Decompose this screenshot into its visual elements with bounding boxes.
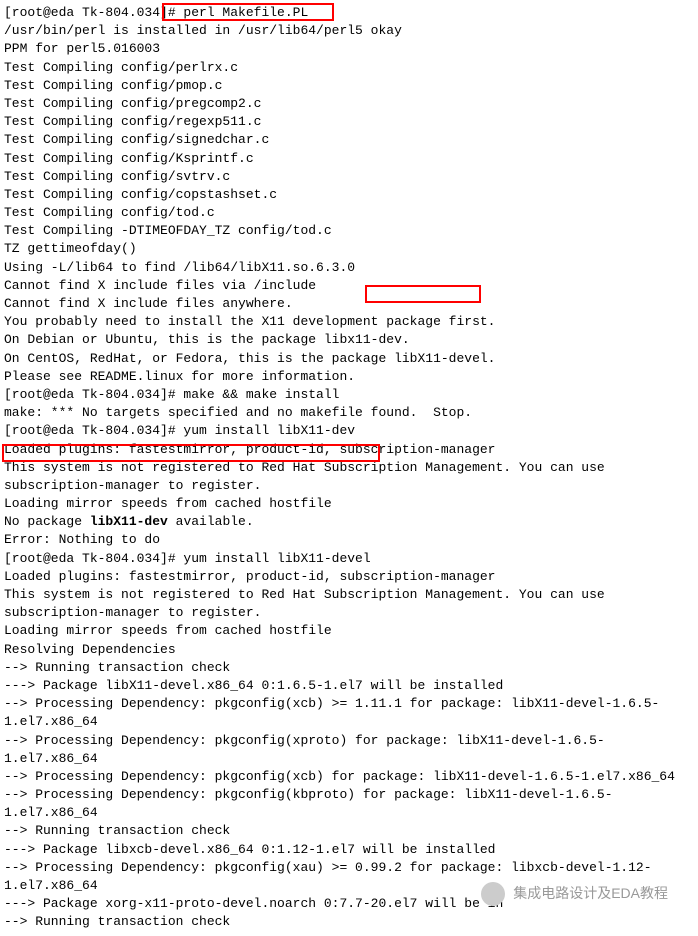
terminal-line: Using -L/lib64 to find /lib64/libX11.so.… [4,259,694,277]
terminal-line: On Debian or Ubuntu, this is the package… [4,331,694,349]
terminal-line: You probably need to install the X11 dev… [4,313,694,331]
terminal-line: ---> Package libX11-devel.x86_64 0:1.6.5… [4,677,694,695]
terminal-line: [root@eda Tk-804.034]# yum install libX1… [4,550,694,568]
terminal-line: Please see README.linux for more informa… [4,368,694,386]
terminal-line: [root@eda Tk-804.034]# yum install libX1… [4,422,694,440]
terminal-line: Resolving Dependencies [4,641,694,659]
watermark-text: 集成电路设计及EDA教程 [513,884,668,904]
terminal-line: --> Processing Dependency: pkgconfig(kbp… [4,786,694,822]
terminal-line: Loading mirror speeds from cached hostfi… [4,622,694,640]
terminal-output: [root@eda Tk-804.034]# perl Makefile.PL … [4,4,694,932]
terminal-line: Error: Nothing to do [4,531,694,549]
terminal-line: --> Processing Dependency: pkgconfig(xcb… [4,695,694,731]
terminal-line: Test Compiling config/pmop.c [4,77,694,95]
terminal-line: ---> Package libxcb-devel.x86_64 0:1.12-… [4,841,694,859]
terminal-line: Test Compiling config/svtrv.c [4,168,694,186]
terminal-line: Loaded plugins: fastestmirror, product-i… [4,441,694,459]
terminal-line: Test Compiling config/perlrx.c [4,59,694,77]
terminal-line: Loaded plugins: fastestmirror, product-i… [4,568,694,586]
terminal-line: Cannot find X include files via /include [4,277,694,295]
terminal-line: TZ gettimeofday() [4,240,694,258]
terminal-line: --> Running transaction check [4,659,694,677]
terminal-line: [root@eda Tk-804.034]# perl Makefile.PL [4,4,694,22]
terminal-line: Test Compiling config/copstashset.c [4,186,694,204]
watermark-icon [481,882,505,906]
terminal-line: Test Compiling config/regexp511.c [4,113,694,131]
terminal-line: --> Running transaction check [4,913,694,931]
terminal-line: This system is not registered to Red Hat… [4,459,694,495]
terminal-line: --> Processing Dependency: pkgconfig(xpr… [4,732,694,768]
terminal-line: Test Compiling config/Ksprintf.c [4,150,694,168]
terminal-line: --> Running transaction check [4,822,694,840]
bold-text: libX11-dev [90,514,168,529]
terminal-line: Cannot find X include files anywhere. [4,295,694,313]
watermark: 集成电路设计及EDA教程 [481,882,668,906]
terminal-line: PPM for perl5.016003 [4,40,694,58]
terminal-line: Test Compiling -DTIMEOFDAY_TZ config/tod… [4,222,694,240]
terminal-line: /usr/bin/perl is installed in /usr/lib64… [4,22,694,40]
terminal-line: Loading mirror speeds from cached hostfi… [4,495,694,513]
terminal-line: On CentOS, RedHat, or Fedora, this is th… [4,350,694,368]
terminal-line: make: *** No targets specified and no ma… [4,404,694,422]
terminal-line: --> Processing Dependency: pkgconfig(xcb… [4,768,694,786]
terminal-line: [root@eda Tk-804.034]# make && make inst… [4,386,694,404]
terminal-line: Test Compiling config/signedchar.c [4,131,694,149]
terminal-line: No package libX11-dev available. [4,513,694,531]
terminal-line: This system is not registered to Red Hat… [4,586,694,622]
terminal-line: Test Compiling config/tod.c [4,204,694,222]
terminal-line: Test Compiling config/pregcomp2.c [4,95,694,113]
